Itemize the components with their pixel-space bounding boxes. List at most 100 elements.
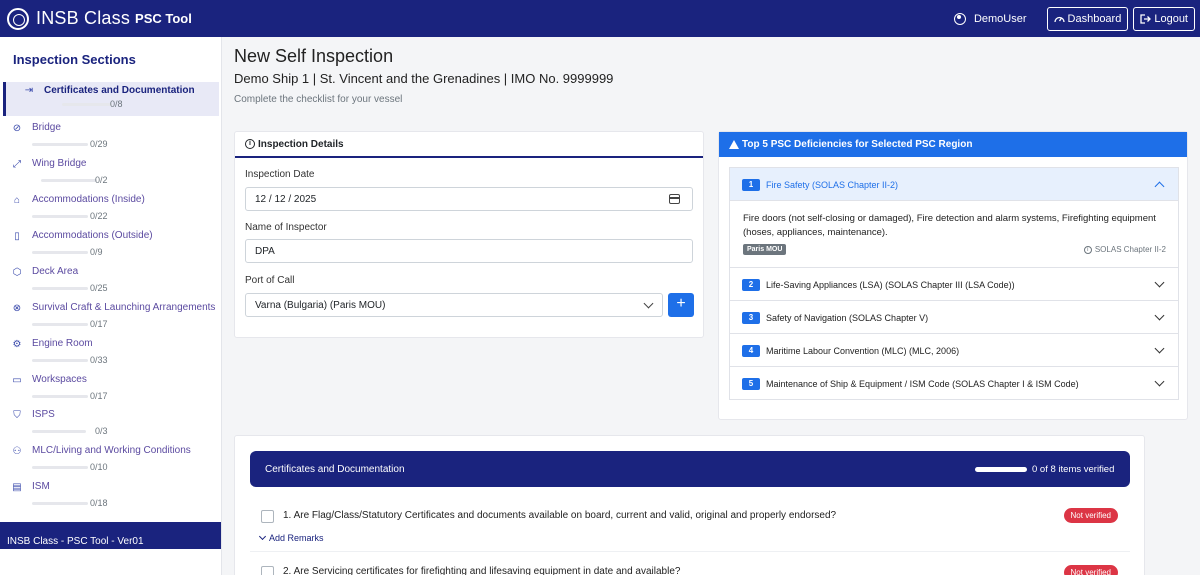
port-of-call-value: Varna (Bulgaria) (Paris MOU) — [255, 299, 386, 311]
sidebar-item-accommodations-outside[interactable]: ▯ Accommodations (Outside) 0/9 — [3, 228, 219, 262]
sidebar-item-count: 0/17 — [90, 319, 108, 329]
sidebar-item-label: Certificates and Documentation — [44, 85, 195, 96]
checklist-question: 1. Are Flag/Class/Statutory Certificates… — [250, 498, 1130, 552]
question-checkbox[interactable] — [261, 566, 274, 575]
inspection-date-input[interactable]: 12 / 12 / 2025 — [245, 187, 693, 211]
sidebar-item-count: 0/17 — [90, 391, 108, 401]
sidebar-item-certificates[interactable]: ⇥ Certificates and Documentation 0/8 — [3, 82, 219, 116]
inspector-name-input[interactable]: DPA — [245, 239, 693, 263]
page-title: New Self Inspection — [234, 46, 394, 66]
add-remarks-label: Add Remarks — [269, 533, 324, 543]
add-remarks-toggle[interactable]: Add Remarks — [258, 532, 324, 543]
sidebar-item-bridge[interactable]: ⊘ Bridge 0/29 — [3, 120, 219, 154]
info-icon: i — [1083, 245, 1092, 254]
sidebar-item-label: Accommodations (Inside) — [32, 194, 145, 205]
expand-icon: ⤢ — [13, 159, 21, 170]
solas-reference-text: SOLAS Chapter II-2 — [1094, 245, 1166, 254]
inspection-details-header: i Inspection Details — [235, 132, 703, 158]
sidebar-item-count: 0/25 — [90, 283, 108, 293]
sidebar-item-isps[interactable]: ⛉ ISPS 0/3 — [3, 407, 219, 441]
sidebar-footer: INSB Class - PSC Tool - Ver01 — [0, 522, 221, 549]
port-of-call-select[interactable]: Varna (Bulgaria) (Paris MOU) — [245, 293, 663, 317]
accordion-item-fire-safety[interactable]: 1 Fire Safety (SOLAS Chapter II-2) — [729, 167, 1179, 201]
accordion-item-navigation[interactable]: 3 Safety of Navigation (SOLAS Chapter V) — [729, 301, 1179, 334]
accordion-item-maintenance[interactable]: 5 Maintenance of Ship & Equipment / ISM … — [729, 367, 1179, 400]
speedometer-icon — [1053, 16, 1065, 22]
sidebar-item-survival-craft[interactable]: ⊗ Survival Craft & Launching Arrangement… — [3, 300, 219, 334]
sidebar-item-count: 0/9 — [90, 247, 103, 257]
accordion-item-lsa[interactable]: 2 Life-Saving Appliances (LSA) (SOLAS Ch… — [729, 268, 1179, 301]
accordion-title: Life-Saving Appliances (LSA) (SOLAS Chap… — [766, 280, 1015, 290]
chevron-down-icon[interactable] — [1154, 310, 1165, 321]
question-checkbox[interactable] — [261, 510, 274, 523]
progress-bar — [62, 103, 112, 106]
life-ring-icon: ⊗ — [12, 303, 22, 314]
sidebar-item-mlc[interactable]: ⚇ MLC/Living and Working Conditions 0/10 — [3, 443, 219, 477]
chevron-down-icon[interactable] — [1154, 277, 1165, 288]
accordion-number: 2 — [742, 279, 760, 291]
accordion-number: 1 — [742, 179, 760, 191]
calendar-icon[interactable] — [669, 194, 680, 204]
compass-icon: ⊘ — [12, 123, 22, 134]
sidebar-item-accommodations-inside[interactable]: ⌂ Accommodations (Inside) 0/22 — [3, 192, 219, 226]
sidebar-item-label: Survival Craft & Launching Arrangements — [32, 302, 216, 313]
sidebar-item-wing-bridge[interactable]: ⤢ Wing Bridge 0/2 — [3, 156, 219, 190]
brand-name: INSB Class — [36, 8, 131, 28]
accordion-title: Fire Safety (SOLAS Chapter II-2) — [766, 180, 899, 190]
logout-button[interactable]: Logout — [1133, 6, 1195, 31]
user-name: DemoUser — [973, 12, 1027, 25]
chevron-down-icon[interactable] — [1154, 376, 1165, 387]
progress-bar — [32, 359, 88, 362]
sidebar-item-label: Wing Bridge — [32, 158, 87, 169]
progress-bar — [32, 215, 88, 218]
box-icon: ⬡ — [12, 267, 22, 278]
mou-badge: Paris MOU — [743, 244, 787, 255]
accordion-item-mlc[interactable]: 4 Maritime Labour Convention (MLC) (MLC,… — [729, 334, 1179, 367]
sidebar-item-label: Engine Room — [32, 338, 93, 349]
brand[interactable]: INSB Class PSC Tool — [7, 7, 192, 30]
chevron-down-icon — [258, 532, 267, 541]
checklist-title: Certificates and Documentation — [265, 464, 405, 475]
gear-icon: ⚙ — [12, 339, 22, 350]
house-icon: ⌂ — [13, 195, 21, 206]
building-icon: ▯ — [14, 231, 20, 242]
sidebar-item-workspaces[interactable]: ▭ Workspaces 0/17 — [3, 372, 219, 406]
checklist-question: 2. Are Servicing certificates for firefi… — [250, 558, 1130, 575]
chevron-up-icon[interactable] — [1154, 181, 1165, 192]
progress-bar — [32, 143, 88, 146]
sidebar-item-count: 0/10 — [90, 462, 108, 472]
progress-bar — [32, 466, 88, 469]
inspector-name-value: DPA — [255, 245, 275, 257]
sidebar-item-ism[interactable]: ▤ ISM 0/18 — [3, 479, 219, 513]
dashboard-button[interactable]: Dashboard — [1046, 6, 1129, 31]
sidebar-item-engine-room[interactable]: ⚙ Engine Room 0/33 — [3, 336, 219, 370]
briefcase-icon: ▭ — [12, 375, 22, 386]
sidebar-item-count: 0/8 — [110, 99, 123, 109]
user-menu[interactable]: DemoUser — [953, 12, 1027, 25]
sidebar-item-count: 0/33 — [90, 355, 108, 365]
sidebar: Inspection Sections ⇥ Certificates and D… — [0, 37, 222, 575]
sidebar-item-label: Workspaces — [32, 374, 87, 385]
brand-subtitle: PSC Tool — [135, 11, 192, 26]
sidebar-item-label: ISM — [32, 481, 50, 492]
checklist-card: Certificates and Documentation 0 of 8 it… — [234, 435, 1145, 575]
info-icon: i — [245, 139, 255, 149]
user-circle-icon — [953, 12, 966, 25]
solas-reference: i SOLAS Chapter II-2 — [1083, 245, 1166, 254]
checklist-verified-count: 0 of 8 items verified — [1032, 464, 1115, 475]
accordion-body-fire-safety: Fire doors (not self-closing or damaged)… — [729, 201, 1179, 268]
chevron-down-icon[interactable] — [1154, 343, 1165, 354]
accordion-number: 5 — [742, 378, 760, 390]
sidebar-item-label: MLC/Living and Working Conditions — [32, 445, 191, 456]
sidebar-item-deck-area[interactable]: ⬡ Deck Area 0/25 — [3, 264, 219, 298]
question-text: 2. Are Servicing certificates for firefi… — [283, 566, 681, 575]
add-port-button[interactable]: + — [668, 293, 694, 317]
inspector-name-label: Name of Inspector — [245, 222, 327, 233]
inspection-details-card: i Inspection Details Inspection Date 12 … — [234, 131, 704, 338]
chevron-down-icon — [643, 298, 654, 309]
people-icon: ⚇ — [12, 446, 22, 457]
accordion-number: 3 — [742, 312, 760, 324]
sidebar-title: Inspection Sections — [13, 52, 136, 67]
progress-bar — [32, 323, 88, 326]
accordion-title: Maritime Labour Convention (MLC) (MLC, 2… — [766, 346, 960, 356]
